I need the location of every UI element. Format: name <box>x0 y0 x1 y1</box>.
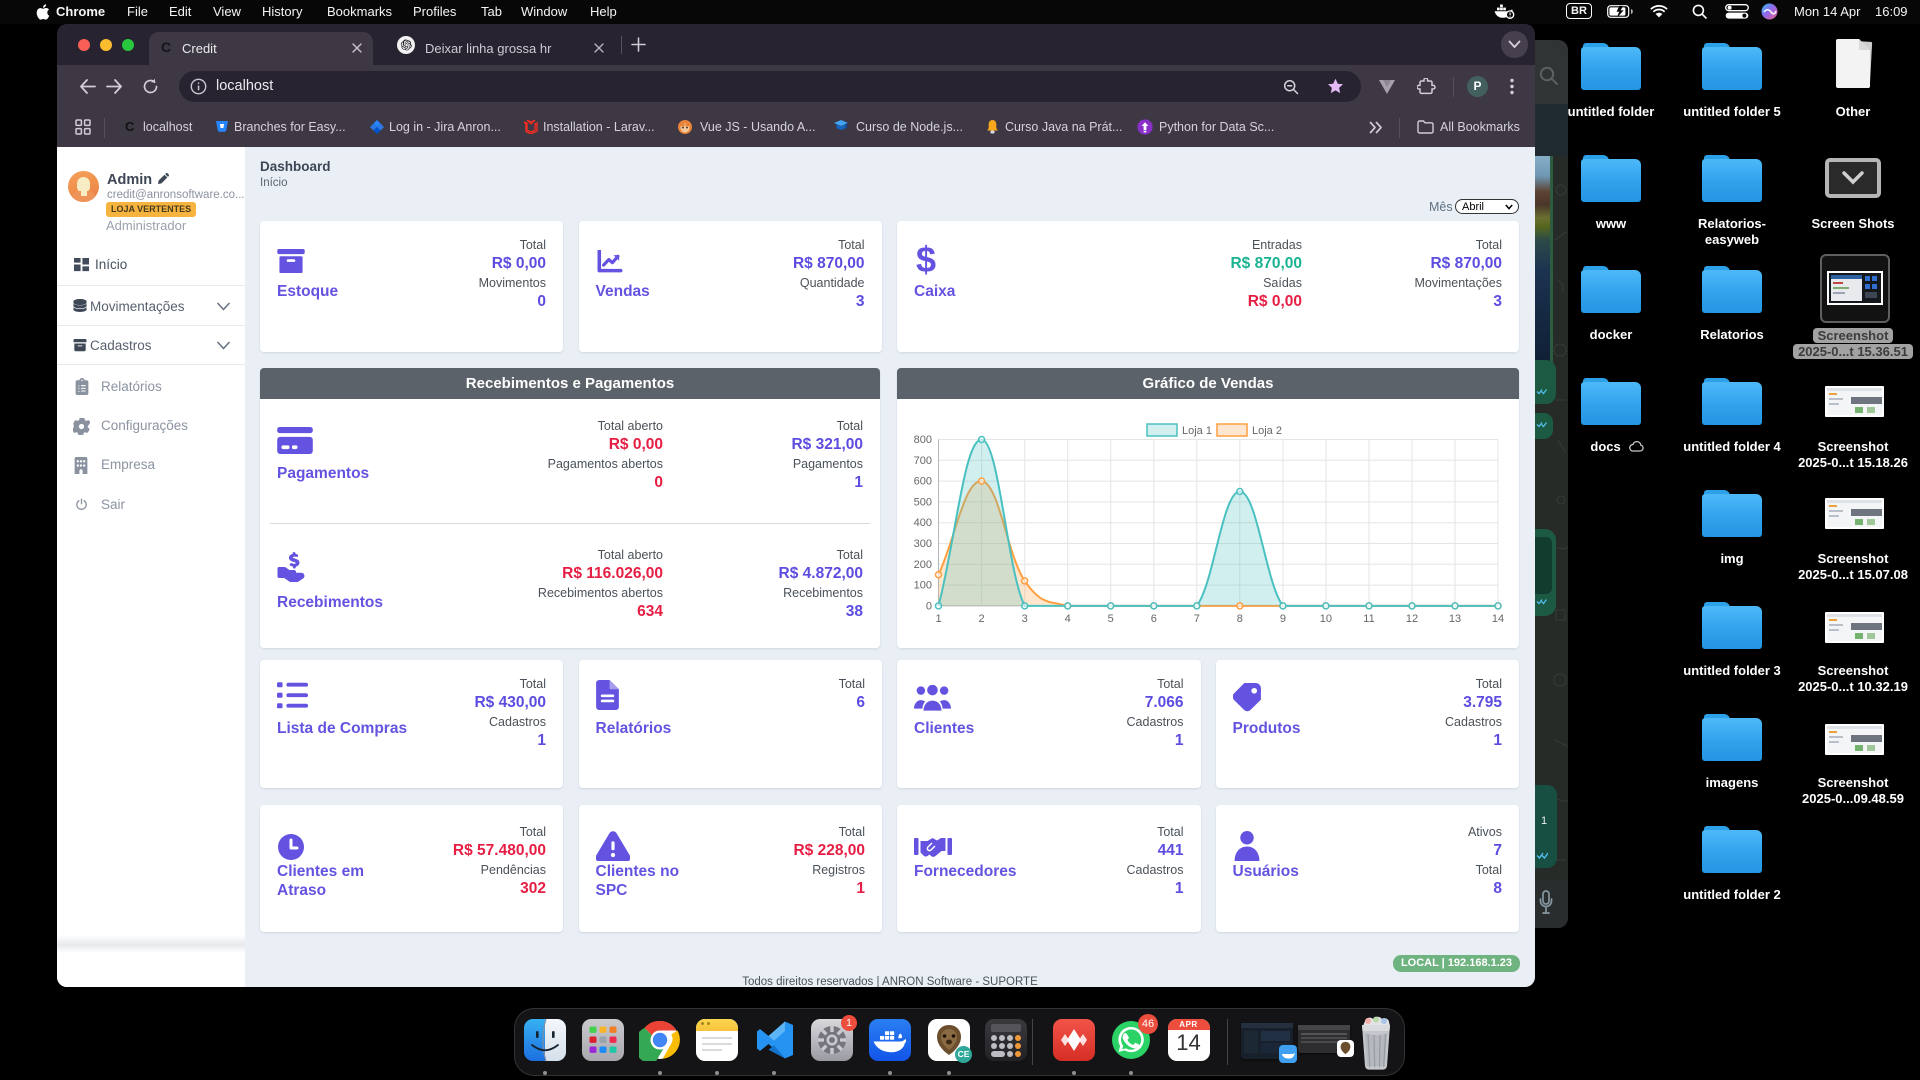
svg-text:13: 13 <box>1449 613 1461 625</box>
svg-text:4: 4 <box>1065 613 1071 625</box>
svg-text:800: 800 <box>914 434 932 446</box>
svg-text:2: 2 <box>979 613 985 625</box>
svg-text:0: 0 <box>926 600 932 612</box>
svg-text:1: 1 <box>935 613 941 625</box>
svg-text:3: 3 <box>1022 613 1028 625</box>
svg-text:400: 400 <box>914 517 932 529</box>
svg-text:5: 5 <box>1108 613 1114 625</box>
svg-text:100: 100 <box>914 580 932 592</box>
svg-text:6: 6 <box>1151 613 1157 625</box>
svg-text:600: 600 <box>914 476 932 488</box>
svg-text:9: 9 <box>1280 613 1286 625</box>
svg-text:700: 700 <box>914 455 932 467</box>
svg-text:7: 7 <box>1194 613 1200 625</box>
svg-text:300: 300 <box>914 538 932 550</box>
svg-text:Loja 1: Loja 1 <box>1182 425 1212 437</box>
svg-text:500: 500 <box>914 496 932 508</box>
svg-text:11: 11 <box>1363 613 1374 625</box>
svg-text:12: 12 <box>1406 613 1418 625</box>
svg-text:Loja 2: Loja 2 <box>1252 425 1282 437</box>
svg-text:10: 10 <box>1320 613 1332 625</box>
svg-text:200: 200 <box>914 559 932 571</box>
svg-text:14: 14 <box>1492 613 1504 625</box>
svg-text:8: 8 <box>1237 613 1243 625</box>
